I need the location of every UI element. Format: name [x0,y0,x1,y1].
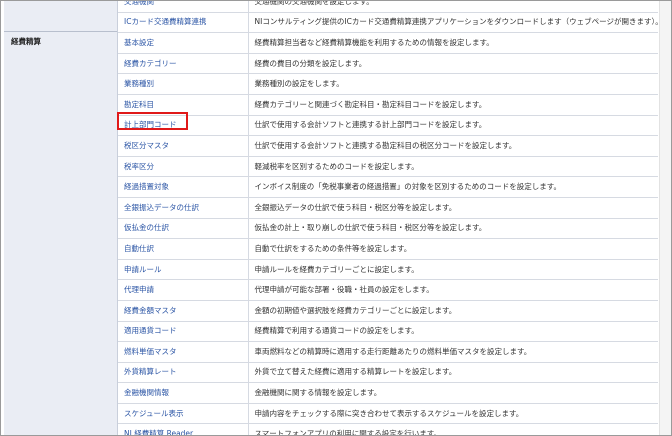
table-row: 税率区分 軽減税率を区別するためのコードを設定します。 [118,156,658,178]
setting-link[interactable]: 経過措置対象 [124,182,169,191]
setting-link[interactable]: 申請ルール [124,265,162,274]
setting-description: 金融機関に関する情報を設定します。 [248,382,658,404]
setting-name-cell: 全銀振込データの仕訳 [118,197,249,219]
category-column [4,1,118,435]
setting-name-cell: 適用通貨コード [118,321,249,343]
setting-name-cell: 基本設定 [118,32,249,54]
table-row: 代理申請 代理申請が可能な部署・役職・社員の設定をします。 [118,279,658,301]
table-row: 外貨精算レート 外貨で立て替えた経費に適用する精算レートを設定します。 [118,362,658,384]
setting-description: 申請内容をチェックする際に突き合わせて表示するスケジュールを設定します。 [248,403,658,425]
setting-name-cell: 代理申請 [118,279,249,301]
setting-link[interactable]: ICカード交通費精算連携 [124,17,206,26]
setting-link[interactable]: 経費金額マスタ [124,306,177,315]
setting-link[interactable]: 経費カテゴリー [124,59,177,68]
setting-description: 軽減税率を区別するためのコードを設定します。 [248,156,658,178]
setting-name-cell: 仮払金の仕訳 [118,218,249,240]
setting-description: 仮払金の計上・取り崩しの仕訳で使う科目・税区分等を設定します。 [248,218,658,240]
setting-description: 仕訳で使用する会計ソフトと連携する計上部門コードを設定します。 [248,115,658,137]
setting-description: インボイス制度の「免税事業者の経過措置」の対象を区別するためのコードを設定します… [248,176,658,198]
category-label: 経費精算 [11,37,41,46]
setting-link[interactable]: 適用通貨コード [124,326,177,335]
setting-link[interactable]: 税区分マスタ [124,141,169,150]
setting-name-cell: ICカード交通費精算連携 [118,12,249,34]
table-row: 計上部門コード 仕訳で使用する会計ソフトと連携する計上部門コードを設定します。 [118,115,658,137]
setting-link[interactable]: 自動仕訳 [124,244,154,253]
setting-description: 経費カテゴリーと関連づく勘定科目・勘定科目コードを設定します。 [248,94,658,116]
setting-link[interactable]: 仮払金の仕訳 [124,223,169,232]
setting-link[interactable]: 交通機関 [124,1,154,6]
setting-name-cell: 計上部門コード [118,115,249,137]
table-row: スケジュール表示 申請内容をチェックする際に突き合わせて表示するスケジュールを設定… [118,403,658,425]
setting-description: 交通機関の交通機関を設定します。 [248,1,658,13]
setting-name-cell: 自動仕訳 [118,238,249,260]
setting-name-cell: 業務種別 [118,73,249,95]
table-row: 仮払金の仕訳 仮払金の計上・取り崩しの仕訳で使う科目・税区分等を設定します。 [118,218,658,240]
table-row: 経過措置対象 インボイス制度の「免税事業者の経過措置」の対象を区別するためのコード… [118,176,658,198]
setting-description: 自動で仕訳をするための条件等を設定します。 [248,238,658,260]
table-row: NI 経費精算 Reader スマートフォンアプリの利用に関する設定を行います。 [118,423,658,435]
setting-link[interactable]: NI 経費精算 Reader [124,429,193,435]
table-row: 基本設定 経費精算担当者など経費精算機能を利用するための情報を設定します。 [118,32,658,54]
table-row: 業務種別 業務種別の設定をします。 [118,73,658,95]
setting-description: 業務種別の設定をします。 [248,73,658,95]
category-divider [4,31,117,32]
setting-description: NIコンサルティング提供のICカード交通費精算連携アプリケーションをダウンロード… [248,12,658,34]
table-row: 金融機関情報 金融機関に関する情報を設定します。 [118,382,658,404]
setting-name-cell: 勘定科目 [118,94,249,116]
setting-description: 経費の費目の分類を設定します。 [248,53,658,75]
setting-link[interactable]: 業務種別 [124,79,154,88]
setting-name-cell: 申請ルール [118,259,249,281]
setting-description: 経費精算で利用する通貨コードの設定をします。 [248,321,658,343]
setting-name-cell: 金融機関情報 [118,382,249,404]
setting-name-cell: 経費カテゴリー [118,53,249,75]
setting-name-cell: NI 経費精算 Reader [118,423,249,435]
setting-link[interactable]: 金融機関情報 [124,388,169,397]
table-row: 勘定科目 経費カテゴリーと関連づく勘定科目・勘定科目コードを設定します。 [118,94,658,116]
setting-description: 金額の初期値や選択肢を経費カテゴリーごとに設定します。 [248,300,658,322]
setting-name-cell: 経過措置対象 [118,176,249,198]
setting-description: 全銀振込データの仕訳で使う科目・税区分等を設定します。 [248,197,658,219]
settings-panel: 経費精算 交通機関 交通機関の交通機関を設定します。 ICカード交通費精算連携 NIコ… [4,1,659,435]
setting-link[interactable]: 代理申請 [124,285,154,294]
setting-link[interactable]: スケジュール表示 [124,409,183,418]
setting-link[interactable]: 外貨精算レート [124,367,177,376]
table-row: 燃料単価マスタ 車両燃料などの精算時に適用する走行距離あたりの燃料単価マスタを設定… [118,341,658,363]
table-row: 経費金額マスタ 金額の初期値や選択肢を経費カテゴリーごとに設定します。 [118,300,658,322]
setting-link[interactable]: 勘定科目 [124,100,154,109]
settings-table: 交通機関 交通機関の交通機関を設定します。 ICカード交通費精算連携 NIコンサルティ… [118,1,658,435]
table-row: 交通機関 交通機関の交通機関を設定します。 [118,1,658,13]
setting-description: スマートフォンアプリの利用に関する設定を行います。 [248,423,658,435]
table-row: 税区分マスタ 仕訳で使用する会計ソフトと連携する勘定科目の税区分コードを設定します… [118,135,658,157]
setting-link[interactable]: 税率区分 [124,162,154,171]
setting-description: 仕訳で使用する会計ソフトと連携する勘定科目の税区分コードを設定します。 [248,135,658,157]
setting-description: 申請ルールを経費カテゴリーごとに設定します。 [248,259,658,281]
setting-link[interactable]: 全銀振込データの仕訳 [124,203,199,212]
vertical-scrollbar[interactable] [659,1,671,435]
setting-name-cell: 燃料単価マスタ [118,341,249,363]
setting-name-cell: スケジュール表示 [118,403,249,425]
setting-name-cell: 経費金額マスタ [118,300,249,322]
setting-description: 経費精算担当者など経費精算機能を利用するための情報を設定します。 [248,32,658,54]
setting-name-cell: 税率区分 [118,156,249,178]
table-row: 適用通貨コード 経費精算で利用する通貨コードの設定をします。 [118,321,658,343]
settings-window: 経費精算 交通機関 交通機関の交通機関を設定します。 ICカード交通費精算連携 NIコ… [0,0,672,436]
table-row: 申請ルール 申請ルールを経費カテゴリーごとに設定します。 [118,259,658,281]
setting-name-cell: 税区分マスタ [118,135,249,157]
setting-description: 車両燃料などの精算時に適用する走行距離あたりの燃料単価マスタを設定します。 [248,341,658,363]
setting-description: 代理申請が可能な部署・役職・社員の設定をします。 [248,279,658,301]
setting-link[interactable]: 計上部門コード [124,120,177,129]
setting-name-cell: 交通機関 [118,1,249,13]
table-row: ICカード交通費精算連携 NIコンサルティング提供のICカード交通費精算連携アプリ… [118,12,658,34]
table-row: 経費カテゴリー 経費の費目の分類を設定します。 [118,53,658,75]
setting-description: 外貨で立て替えた経費に適用する精算レートを設定します。 [248,362,658,384]
table-row: 全銀振込データの仕訳 全銀振込データの仕訳で使う科目・税区分等を設定します。 [118,197,658,219]
settings-rows: 交通機関 交通機関の交通機関を設定します。 ICカード交通費精算連携 NIコンサルティ… [118,1,658,435]
setting-link[interactable]: 基本設定 [124,38,154,47]
setting-link[interactable]: 燃料単価マスタ [124,347,177,356]
setting-name-cell: 外貨精算レート [118,362,249,384]
table-row: 自動仕訳 自動で仕訳をするための条件等を設定します。 [118,238,658,260]
